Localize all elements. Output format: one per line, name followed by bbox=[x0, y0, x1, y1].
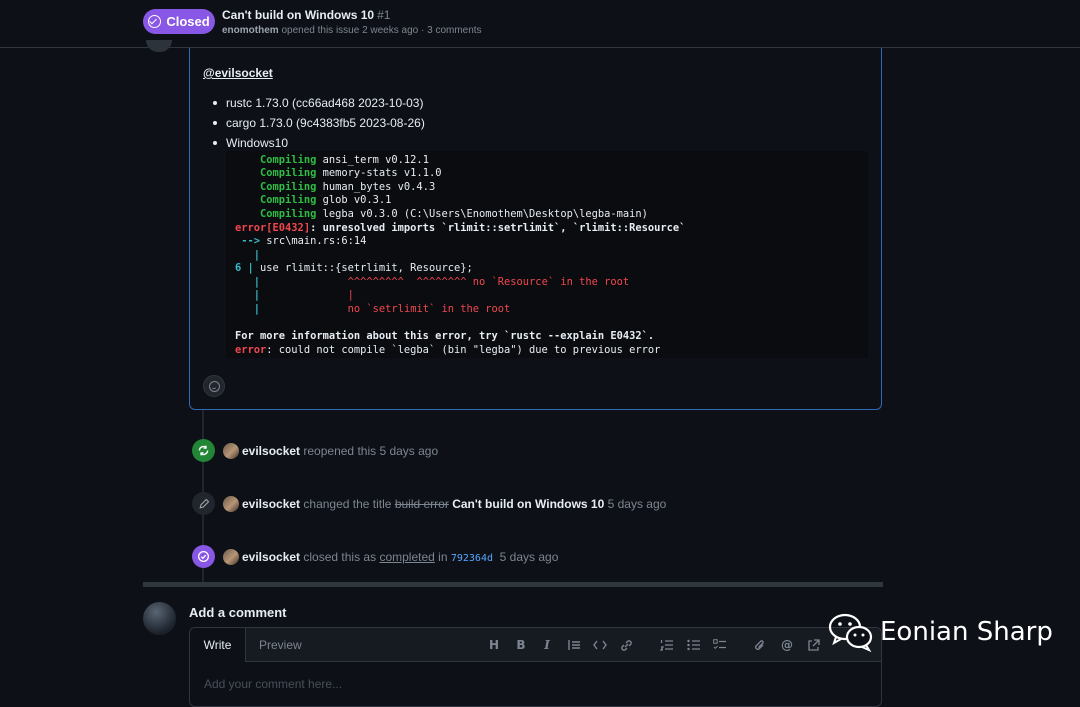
code-icon[interactable] bbox=[592, 637, 608, 653]
heading-icon[interactable]: H bbox=[486, 637, 502, 653]
terminal-line: 6 | use rlimit::{setrlimit, Resource}; bbox=[235, 262, 473, 274]
terminal-line: error[E0432]: unresolved imports `rlimit… bbox=[235, 222, 686, 234]
timeline-divider bbox=[143, 582, 883, 587]
terminal-line: | bbox=[253, 249, 261, 261]
task-list-icon[interactable] bbox=[711, 637, 727, 653]
state-label: Closed bbox=[166, 14, 210, 29]
issue-meta: enomothem opened this issue 2 weeks ago … bbox=[222, 25, 482, 36]
terminal-line: error: could not compile `legba` (bin "l… bbox=[235, 344, 661, 356]
timeline-event-closed: evilsocket closed this as completed in 7… bbox=[242, 550, 559, 564]
quote-icon[interactable] bbox=[566, 637, 582, 653]
avatar[interactable] bbox=[223, 496, 239, 512]
issue-title[interactable]: Can't build on Windows 10 #1 bbox=[222, 8, 390, 22]
terminal-line: Compiling ansi_term v0.12.1 bbox=[260, 154, 429, 166]
list-item: cargo 1.73.0 (9c4383fb5 2023-08-26) bbox=[210, 116, 425, 136]
closed-badge-icon bbox=[192, 545, 215, 568]
terminal-screenshot: Compiling ansi_term v0.12.1 Compiling me… bbox=[226, 151, 868, 358]
closed-state-badge: Closed bbox=[143, 9, 215, 34]
bold-icon[interactable]: B bbox=[513, 637, 529, 653]
add-comment-heading: Add a comment bbox=[189, 605, 287, 620]
comment-editor: Write Preview H B I @ Add your comment h… bbox=[189, 627, 882, 707]
terminal-line: Compiling legba v0.3.0 (C:\Users\Enomoth… bbox=[260, 208, 648, 220]
terminal-line: Compiling memory-stats v1.1.0 bbox=[260, 167, 442, 179]
tab-preview[interactable]: Preview bbox=[259, 638, 302, 652]
terminal-line: Compiling human_bytes v0.4.3 bbox=[260, 181, 436, 193]
wechat-icon bbox=[828, 613, 873, 652]
italic-icon[interactable]: I bbox=[539, 637, 555, 653]
old-title: build error bbox=[394, 497, 449, 511]
watermark-text: Eonian Sharp bbox=[880, 617, 1053, 647]
check-circle-icon bbox=[148, 15, 162, 28]
completed-link[interactable]: completed bbox=[379, 550, 434, 564]
mention-icon[interactable]: @ bbox=[779, 637, 795, 653]
user-link[interactable]: evilsocket bbox=[242, 444, 300, 458]
terminal-line: | no `setrlimit` in the root bbox=[253, 303, 511, 315]
environment-list: rustc 1.73.0 (cc66ad468 2023-10-03) carg… bbox=[210, 96, 425, 156]
issue-author-link[interactable]: enomothem bbox=[222, 25, 279, 36]
mention-link[interactable]: @evilsocket bbox=[203, 66, 273, 80]
issue-number: #1 bbox=[377, 8, 391, 22]
pencil-badge-icon bbox=[192, 492, 215, 515]
terminal-line: | | bbox=[253, 289, 354, 301]
avatar[interactable] bbox=[223, 443, 239, 459]
cross-reference-icon[interactable] bbox=[805, 637, 821, 653]
add-reaction-button[interactable] bbox=[203, 375, 225, 397]
tab-write[interactable]: Write bbox=[190, 628, 246, 662]
current-user-avatar[interactable] bbox=[143, 602, 176, 635]
issue-meta-text: opened this issue 2 weeks ago · 3 commen… bbox=[281, 25, 482, 36]
terminal-line: | ^^^^^^^^^ ^^^^^^^^ no `Resource` in th… bbox=[253, 276, 630, 288]
reopened-badge-icon bbox=[192, 439, 215, 462]
terminal-line: --> src\main.rs:6:14 bbox=[241, 235, 367, 247]
comment-textarea[interactable]: Add your comment here... bbox=[204, 677, 342, 691]
terminal-line: For more information about this error, t… bbox=[235, 330, 655, 342]
smiley-icon bbox=[208, 380, 220, 392]
issue-title-text: Can't build on Windows 10 bbox=[222, 8, 375, 22]
unordered-list-icon[interactable] bbox=[685, 637, 701, 653]
timeline-event-reopened: evilsocket reopened this 5 days ago bbox=[242, 444, 439, 458]
editor-tabs: Write Preview H B I @ bbox=[190, 628, 881, 662]
watermark: Eonian Sharp bbox=[828, 612, 1053, 652]
user-link[interactable]: evilsocket bbox=[242, 497, 300, 511]
terminal-line: Compiling glob v0.3.1 bbox=[260, 194, 392, 206]
attachment-icon[interactable] bbox=[752, 637, 768, 653]
avatar[interactable] bbox=[223, 549, 239, 565]
new-title: Can't build on Windows 10 bbox=[452, 497, 605, 511]
numbered-list-icon[interactable] bbox=[658, 637, 674, 653]
timeline-event-renamed: evilsocket changed the title build error… bbox=[242, 497, 667, 511]
list-item: rustc 1.73.0 (cc66ad468 2023-10-03) bbox=[210, 96, 425, 116]
link-icon[interactable] bbox=[618, 637, 634, 653]
user-link[interactable]: evilsocket bbox=[242, 550, 300, 564]
comment-author-avatar[interactable] bbox=[146, 40, 172, 52]
commit-link[interactable]: 792364d bbox=[451, 553, 493, 564]
